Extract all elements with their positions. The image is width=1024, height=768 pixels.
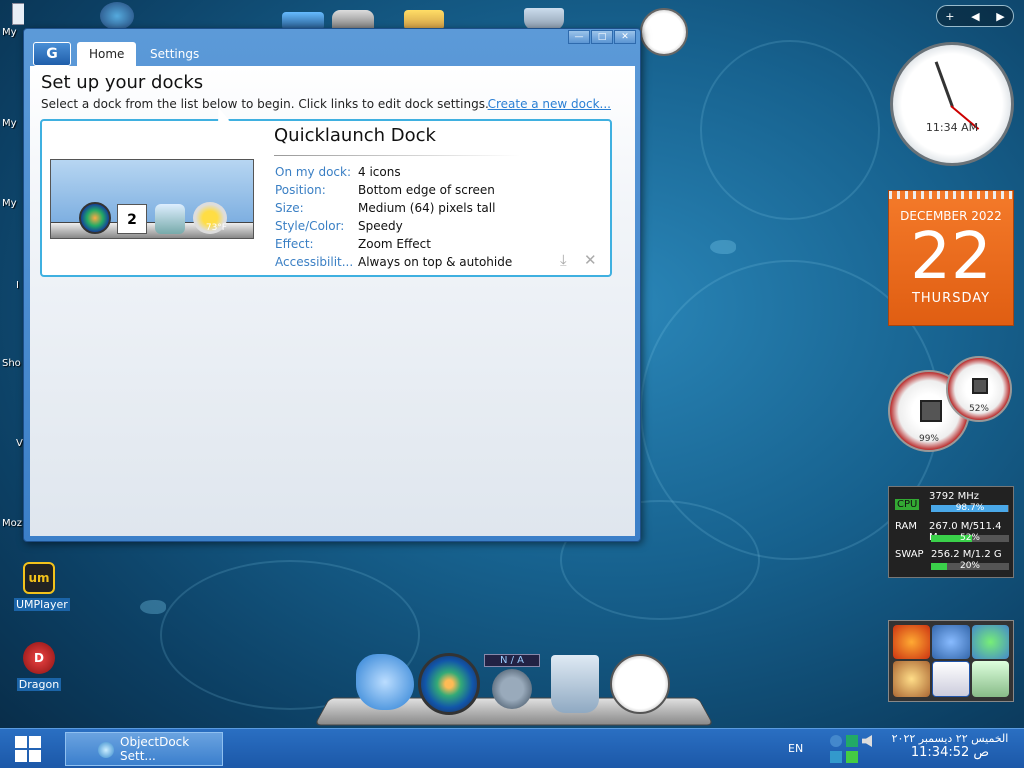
close-button[interactable]: ✕ <box>614 30 636 44</box>
desktop-icon-dragon[interactable]: D Dragon <box>14 642 64 691</box>
recycle-bin-icon[interactable] <box>551 655 599 713</box>
cpu-chip-icon <box>920 400 942 422</box>
taskbar-item-objectdock[interactable]: ObjectDock Sett... <box>65 732 223 766</box>
ram-gauge-widget[interactable]: 52% <box>946 356 1012 422</box>
system-tray <box>828 733 874 765</box>
thunderbird-icon[interactable] <box>932 625 970 659</box>
network-icon[interactable] <box>830 735 842 747</box>
next-page-button[interactable]: ▶ <box>996 10 1004 23</box>
app-launcher-widget <box>888 620 1014 702</box>
clock-icon[interactable] <box>640 8 688 56</box>
system-monitor-widget[interactable]: CPU 3792 MHz 98.7% RAM 267.0 M/511.4 M 5… <box>888 486 1014 578</box>
sidebar-nav: + ◀ ▶ <box>936 5 1014 27</box>
word-icon[interactable] <box>932 661 970 697</box>
taskbar-time: ص 11:34:52 <box>910 745 990 760</box>
volume-icon[interactable] <box>862 735 872 747</box>
desktop-icon-mozilla[interactable]: Moz <box>2 518 24 529</box>
dragon-icon: D <box>23 642 55 674</box>
calendar-weekday: THURSDAY <box>911 291 991 306</box>
start-button[interactable] <box>0 729 56 768</box>
calendar-rings <box>889 191 1013 199</box>
create-new-dock-link[interactable]: Create a new dock... <box>488 97 611 111</box>
home-content: Set up your docks Select a dock from the… <box>30 66 635 536</box>
objectdock-logo-icon[interactable]: G <box>33 42 71 66</box>
taskbar-date: الخميس ٢٢ ديسمبر ٢٠٢٢ <box>891 732 1009 745</box>
objectdock-settings-window: G Home Settings — □ ✕ Set up your docks … <box>23 28 641 542</box>
windows-start-icon[interactable] <box>418 653 480 715</box>
dock-name: Quicklaunch Dock <box>274 125 436 146</box>
bluetooth-icon[interactable] <box>830 751 842 763</box>
maximize-button[interactable]: □ <box>591 30 613 44</box>
download-icon[interactable]: ⤓ <box>560 251 567 269</box>
desktop-icon-my-computer[interactable]: My <box>2 118 24 129</box>
desktop-icon-shortcut[interactable]: Sho <box>2 358 24 369</box>
memory-chip-icon <box>972 378 988 394</box>
calendar-day: 22 <box>910 220 992 294</box>
internet-download-icon[interactable] <box>100 2 134 30</box>
documents-icon <box>155 204 185 234</box>
clock-area[interactable]: الخميس ٢٢ ديسمبر ٢٠٢٢ ص 11:34:52 <box>880 732 1020 760</box>
minimize-button[interactable]: — <box>568 30 590 44</box>
na-label: N / A <box>484 654 540 667</box>
recycle-bin-icon[interactable] <box>524 8 564 30</box>
clock-hand <box>934 61 954 108</box>
windows-logo-icon <box>15 736 41 762</box>
calendar-icon: 2 <box>117 204 147 234</box>
notepad-icon[interactable] <box>971 661 1009 697</box>
clock-icon[interactable] <box>610 654 670 714</box>
vlc-icon[interactable] <box>893 661 931 697</box>
desktop-icon-umplayer[interactable]: um UMPlayer <box>14 562 70 611</box>
clock-time: 11:34 AM <box>925 121 979 134</box>
page-title: Set up your docks <box>41 72 204 93</box>
clock-widget[interactable]: 11:34 AM <box>890 42 1014 166</box>
dock-preview: 2 73°F <box>50 159 254 239</box>
weather-icon: 73°F <box>193 202 227 234</box>
desktop-icon-my-network[interactable]: My <box>2 198 24 209</box>
desktop-icon-my-documents[interactable]: My <box>2 3 24 38</box>
delete-dock-icon[interactable]: ✕ <box>584 251 597 269</box>
tab-home[interactable]: Home <box>77 42 137 66</box>
dock-divider <box>274 155 520 156</box>
windows-start-icon <box>79 202 111 234</box>
messenger-icon[interactable] <box>971 625 1009 659</box>
firefox-icon[interactable] <box>893 625 931 659</box>
language-indicator[interactable]: EN <box>788 742 803 755</box>
taskbar: ObjectDock Sett... EN الخميس ٢٢ ديسمبر ٢… <box>0 728 1024 768</box>
document-icon <box>12 3 24 25</box>
tray-app-icon[interactable] <box>846 735 858 747</box>
add-gadget-button[interactable]: + <box>945 10 954 23</box>
security-icon[interactable] <box>846 751 858 763</box>
dock-card-quicklaunch[interactable]: 2 73°F Quicklaunch Dock On my dock: 4 ic… <box>40 119 612 277</box>
tab-settings[interactable]: Settings <box>138 42 211 66</box>
objectdock-small-icon <box>98 742 114 758</box>
prev-page-button[interactable]: ◀ <box>971 10 979 23</box>
settings-gear-icon[interactable] <box>332 10 374 30</box>
folder-icon[interactable] <box>404 10 444 30</box>
calendar-widget[interactable]: DECEMBER 2022 22 THURSDAY <box>888 190 1014 326</box>
page-subtitle: Select a dock from the list below to beg… <box>41 97 489 111</box>
umplayer-icon: um <box>23 562 55 594</box>
settings-gear-icon[interactable]: N / A <box>484 654 540 710</box>
